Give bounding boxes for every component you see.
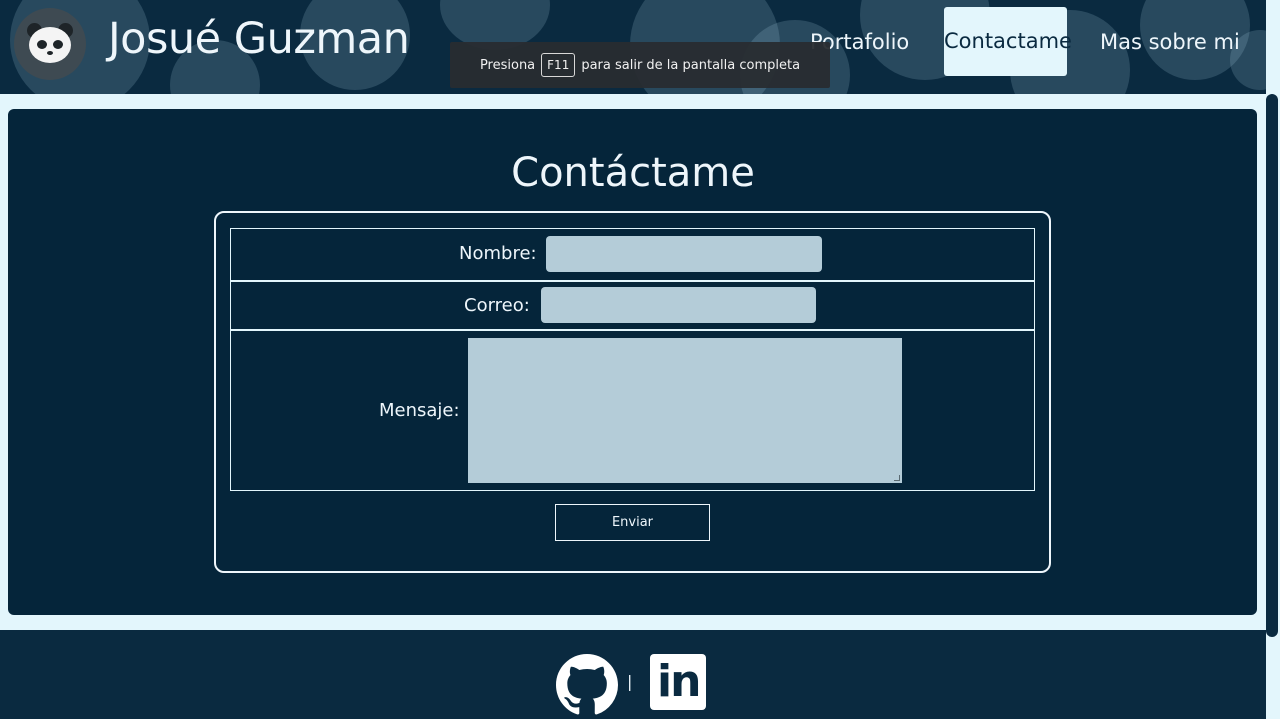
fullscreen-notice-suffix: para salir de la pantalla completa <box>581 57 801 73</box>
submit-button[interactable]: Enviar <box>555 504 710 541</box>
linkedin-icon[interactable]: in <box>650 654 706 710</box>
panda-nose <box>47 51 53 55</box>
panda-face <box>29 27 71 63</box>
site-footer <box>0 630 1266 719</box>
fullscreen-notice: Presiona F11 para salir de la pantalla c… <box>450 42 830 88</box>
panda-eye <box>37 40 47 49</box>
footer-separator: | <box>627 672 633 691</box>
resize-grip-icon[interactable] <box>894 475 900 481</box>
panda-logo-icon[interactable] <box>14 8 86 80</box>
row-divider <box>231 329 1034 331</box>
email-input[interactable] <box>541 287 816 323</box>
message-textarea[interactable] <box>468 338 902 483</box>
f11-key-badge: F11 <box>541 53 576 77</box>
scrollbar-thumb[interactable] <box>1266 94 1278 637</box>
email-label: Correo: <box>464 295 530 316</box>
page-title: Contáctame <box>511 150 755 196</box>
row-divider <box>231 280 1034 282</box>
panda-eye <box>53 40 63 49</box>
nav-mas-sobre-mi[interactable]: Mas sobre mi <box>1100 30 1240 54</box>
github-icon[interactable] <box>556 654 618 716</box>
nav-contactame[interactable]: Contactame <box>944 7 1072 76</box>
message-label: Mensaje: <box>379 400 460 421</box>
name-label: Nombre: <box>459 243 537 264</box>
linkedin-icon-glyph: in <box>657 656 701 707</box>
name-input[interactable] <box>546 236 822 272</box>
site-brand[interactable]: Josué Guzman <box>108 14 410 64</box>
fullscreen-notice-prefix: Presiona <box>479 57 536 73</box>
